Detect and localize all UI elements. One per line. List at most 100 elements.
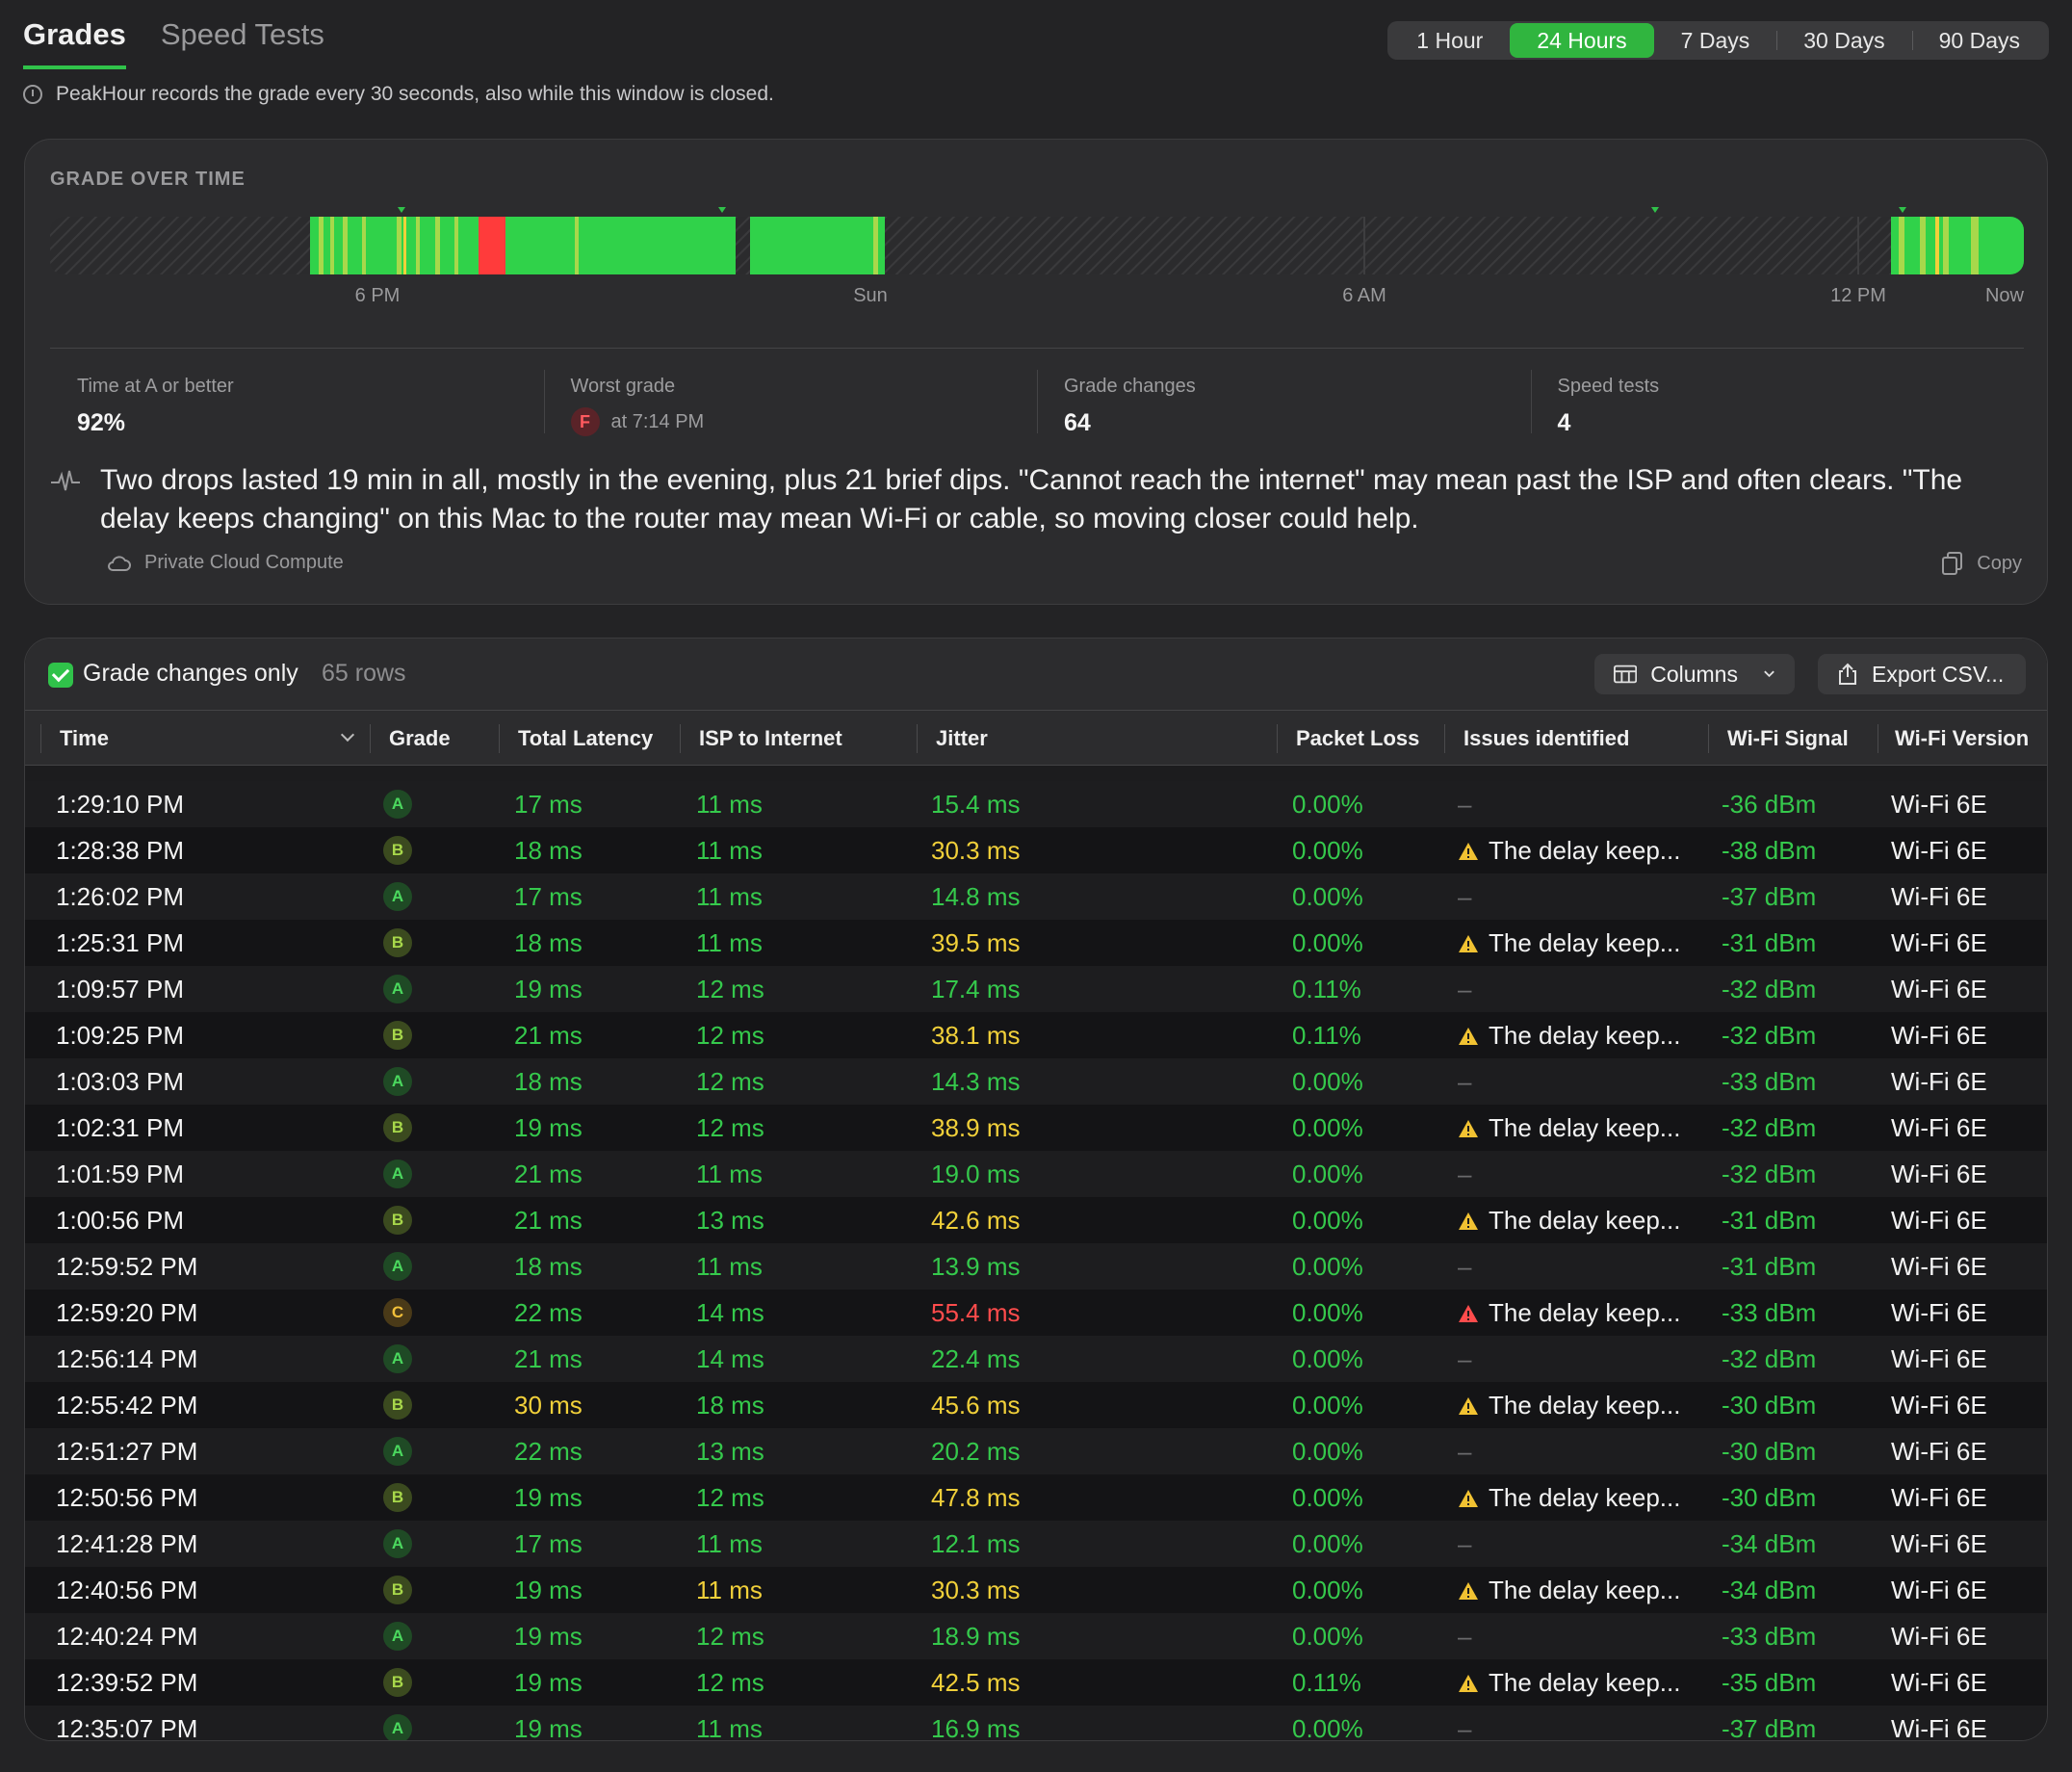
- table-row[interactable]: 12:55:42 PM B 30 ms 18 ms 45.6 ms 0.00% The de…: [25, 1382, 2047, 1428]
- timeline-segment: [1935, 217, 1939, 274]
- table-row[interactable]: 1:02:31 PM B 19 ms 12 ms 38.9 ms 0.00% The del…: [25, 1105, 2047, 1151]
- table-row[interactable]: 1:29:10 PM A 17 ms 11 ms 15.4 ms 0.00% – -36 dB…: [25, 781, 2047, 827]
- range-24-hours[interactable]: 24 Hours: [1510, 23, 1654, 58]
- isp-cell: 11 ms: [696, 1252, 763, 1281]
- issue-cell: The delay keep...: [1458, 1298, 1680, 1328]
- table-row[interactable]: 12:59:20 PM C 22 ms 14 ms 55.4 ms 0.00% The de…: [25, 1290, 2047, 1336]
- table-row[interactable]: 1:09:57 PM A 19 ms 12 ms 17.4 ms 0.11% – -32 dB…: [25, 966, 2047, 1012]
- table-row[interactable]: 1:00:56 PM B 21 ms 13 ms 42.6 ms 0.00% The del…: [25, 1197, 2047, 1243]
- stat-speed-tests: Speed tests 4: [1530, 349, 2025, 436]
- table-row[interactable]: 12:51:27 PM A 22 ms 13 ms 20.2 ms 0.00% – -30 d…: [25, 1428, 2047, 1474]
- table-row[interactable]: 12:59:52 PM A 18 ms 11 ms 13.9 ms 0.00% – -31 d…: [25, 1243, 2047, 1290]
- packet-loss-cell: 0.00%: [1292, 1067, 1363, 1096]
- table-row[interactable]: 1:28:38 PM B 18 ms 11 ms 30.3 ms 0.00% The del…: [25, 827, 2047, 873]
- grade-badge: A: [383, 975, 412, 1003]
- isp-cell: 11 ms: [696, 836, 763, 865]
- isp-cell: 12 ms: [696, 1622, 764, 1651]
- wifi-version-cell: Wi-Fi 6E: [1891, 1113, 1987, 1142]
- stat-value: 4: [1557, 409, 1571, 436]
- stat-label: Grade changes: [1064, 376, 1196, 397]
- range-30-days[interactable]: 30 Days: [1776, 23, 1911, 58]
- isp-cell: 11 ms: [696, 1714, 763, 1741]
- column-divider: [680, 724, 681, 753]
- warning-icon: [1459, 1674, 1478, 1692]
- wifi-signal-cell: -30 dBm: [1722, 1437, 1817, 1466]
- latency-cell: 21 ms: [514, 1021, 583, 1050]
- timeline-segment: [750, 217, 885, 274]
- worst-grade-detail: F at 7:14 PM: [570, 407, 1011, 436]
- header-jitter[interactable]: Jitter: [936, 726, 988, 751]
- pulse-icon: [51, 470, 80, 491]
- table-row[interactable]: 1:25:31 PM B 18 ms 11 ms 39.5 ms 0.00% The del…: [25, 920, 2047, 966]
- jitter-cell: 14.8 ms: [931, 882, 1021, 911]
- range-7-days[interactable]: 7 Days: [1654, 23, 1777, 58]
- wifi-version-cell: Wi-Fi 6E: [1891, 1298, 1987, 1327]
- copy-button[interactable]: Copy: [1942, 552, 2022, 575]
- issue-cell: –: [1458, 1529, 1472, 1558]
- grade-changes-checkbox[interactable]: [48, 663, 73, 688]
- stat-value: 64: [1064, 409, 1091, 436]
- latency-cell: 19 ms: [514, 1622, 583, 1651]
- time-cell: 12:50:56 PM: [56, 1483, 198, 1512]
- header-grade[interactable]: Grade: [389, 726, 451, 751]
- chevron-down-icon: [1764, 670, 1774, 678]
- table-row[interactable]: 12:56:14 PM A 21 ms 14 ms 22.4 ms 0.00% – -32 d…: [25, 1336, 2047, 1382]
- header-total-latency[interactable]: Total Latency: [518, 726, 653, 751]
- sort-chevron-icon[interactable]: [340, 727, 355, 743]
- jitter-cell: 42.5 ms: [931, 1668, 1021, 1697]
- recording-notice: PeakHour records the grade every 30 seco…: [23, 83, 774, 106]
- time-cell: 1:02:31 PM: [56, 1113, 184, 1142]
- table-row[interactable]: 12:39:52 PM B 19 ms 12 ms 42.5 ms 0.11% The de…: [25, 1659, 2047, 1706]
- header-wifi-version[interactable]: Wi-Fi Version: [1895, 726, 2029, 751]
- issue-cell: The delay keep...: [1458, 1391, 1680, 1420]
- table-row[interactable]: 1:26:02 PM A 17 ms 11 ms 14.8 ms 0.00% – -37 dB…: [25, 873, 2047, 920]
- table-row[interactable]: 1:09:25 PM B 21 ms 12 ms 38.1 ms 0.11% The del…: [25, 1012, 2047, 1058]
- packet-loss-cell: 0.00%: [1292, 790, 1363, 819]
- issue-cell: The delay keep...: [1458, 836, 1680, 866]
- warning-icon: [1459, 1581, 1478, 1600]
- table-row[interactable]: 1:03:03 PM A 18 ms 12 ms 14.3 ms 0.00% – -33 dB…: [25, 1058, 2047, 1105]
- timeline-segment: [575, 217, 579, 274]
- column-divider: [499, 724, 500, 753]
- axis-label-12pm: 12 PM: [1830, 285, 1886, 306]
- table-row[interactable]: 12:35:07 PM A 19 ms 11 ms 16.9 ms 0.00% – -37 d…: [25, 1706, 2047, 1741]
- copy-label: Copy: [1977, 552, 2022, 574]
- table-row[interactable]: 12:41:28 PM A 17 ms 11 ms 12.1 ms 0.00% – -34 d…: [25, 1521, 2047, 1567]
- table-row[interactable]: 12:40:56 PM B 19 ms 11 ms 30.3 ms 0.00% The de…: [25, 1567, 2047, 1613]
- header-wifi-signal[interactable]: Wi-Fi Signal: [1727, 726, 1849, 751]
- header-isp-to-internet[interactable]: ISP to Internet: [699, 726, 842, 751]
- latency-cell: 21 ms: [514, 1160, 583, 1188]
- time-cell: 12:55:42 PM: [56, 1391, 198, 1420]
- header-time[interactable]: Time: [60, 726, 109, 751]
- packet-loss-cell: 0.00%: [1292, 1344, 1363, 1373]
- tab-grades[interactable]: Grades: [23, 17, 126, 69]
- table-header: Time Grade Total Latency ISP to Internet…: [25, 710, 2047, 766]
- export-csv-button[interactable]: Export CSV...: [1818, 654, 2026, 694]
- time-cell: 1:29:10 PM: [56, 790, 184, 819]
- range-90-days[interactable]: 90 Days: [1911, 23, 2047, 58]
- table-row[interactable]: 1:01:59 PM A 21 ms 11 ms 19.0 ms 0.00% – -32 dB…: [25, 1151, 2047, 1197]
- grade-badge: B: [383, 928, 412, 957]
- header-issues[interactable]: Issues identified: [1463, 726, 1629, 751]
- grade-timeline[interactable]: 6 PM Sun 6 AM 12 PM Now: [50, 207, 2024, 323]
- wifi-signal-cell: -31 dBm: [1722, 1252, 1817, 1281]
- issue-text: The delay keep...: [1489, 1113, 1681, 1142]
- grade-badge: B: [383, 1668, 412, 1697]
- checkbox-label[interactable]: Grade changes only: [83, 660, 298, 688]
- axis-label-6pm: 6 PM: [355, 285, 401, 306]
- table-row[interactable]: 12:50:56 PM B 19 ms 12 ms 47.8 ms 0.00% The de…: [25, 1474, 2047, 1521]
- timeline-segment: [1920, 217, 1926, 274]
- header-packet-loss[interactable]: Packet Loss: [1296, 726, 1419, 751]
- source-label: Private Cloud Compute: [144, 552, 344, 573]
- wifi-version-cell: Wi-Fi 6E: [1891, 975, 1987, 1003]
- issue-cell: The delay keep...: [1458, 928, 1680, 958]
- jitter-cell: 18.9 ms: [931, 1622, 1021, 1651]
- table-row[interactable]: 12:40:24 PM A 19 ms 12 ms 18.9 ms 0.00% – -33 d…: [25, 1613, 2047, 1659]
- time-cell: 12:39:52 PM: [56, 1668, 198, 1697]
- columns-button[interactable]: Columns: [1594, 654, 1795, 694]
- range-1-hour[interactable]: 1 Hour: [1389, 23, 1510, 58]
- timeline-segment: [1971, 217, 1979, 274]
- timeline-segment: [1899, 217, 1904, 274]
- tab-speed-tests[interactable]: Speed Tests: [161, 17, 324, 69]
- wifi-signal-cell: -33 dBm: [1722, 1067, 1817, 1096]
